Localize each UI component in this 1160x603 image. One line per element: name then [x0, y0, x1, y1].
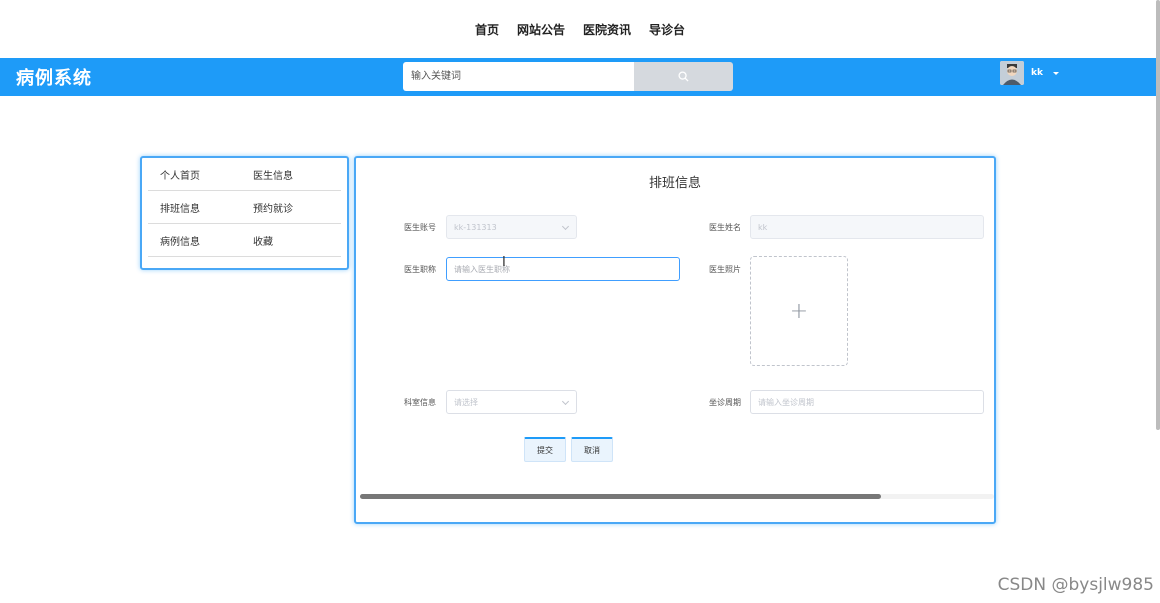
nav-triage[interactable]: 导诊台 — [649, 21, 685, 38]
nav-announcements[interactable]: 网站公告 — [517, 21, 565, 38]
doctor-account-select[interactable]: kk-131313 — [446, 215, 577, 239]
department-select[interactable]: 请选择 — [446, 390, 577, 414]
page-scrollbar[interactable] — [1156, 0, 1160, 430]
doctor-account-value: kk-131313 — [454, 222, 497, 232]
schedule-period-input[interactable]: 请输入坐诊周期 — [750, 390, 984, 414]
doctor-title-input[interactable]: 请输入医生职称 — [446, 257, 680, 281]
sidebar-item-case-info[interactable]: 病例信息 — [148, 233, 241, 248]
doctor-name-field[interactable]: kk — [750, 215, 984, 239]
horizontal-scrollbar[interactable] — [360, 494, 994, 499]
top-nav: 首页 网站公告 医院资讯 导诊台 — [0, 0, 1160, 58]
chevron-down-icon — [561, 222, 570, 231]
search-input[interactable] — [403, 62, 634, 91]
avatar — [1000, 61, 1024, 85]
submit-button[interactable]: 提交 — [524, 437, 566, 462]
brand-title: 病例系统 — [16, 68, 92, 89]
sidebar-item-appointment[interactable]: 预约就诊 — [241, 200, 334, 215]
doctor-name-label: 医生姓名 — [709, 223, 741, 232]
schedule-period-placeholder: 请输入坐诊周期 — [758, 397, 814, 407]
caret-down-icon — [1052, 71, 1059, 75]
nav-hospital-news[interactable]: 医院资讯 — [583, 21, 631, 38]
page-title: 排班信息 — [648, 176, 701, 191]
user-menu[interactable]: kk — [1000, 61, 1059, 85]
sidebar-row: 病例信息 收藏 — [148, 224, 341, 257]
doctor-title-label: 医生职称 — [404, 265, 436, 274]
page: 首页 网站公告 医院资讯 导诊台 病例系统 输入关键词 kk 个人首页 医生信息… — [0, 0, 1160, 603]
text-cursor-icon: I — [502, 255, 506, 270]
search-button[interactable] — [634, 62, 733, 91]
sidebar-item-personal-home[interactable]: 个人首页 — [148, 167, 241, 182]
search-box — [403, 62, 733, 91]
schedule-form-panel: 排班信息 医生账号 kk-131313 医生姓名 kk 医生职称 请输入医生职称… — [354, 156, 996, 524]
schedule-period-label: 坐诊周期 — [709, 398, 741, 407]
photo-upload[interactable]: + — [750, 256, 848, 366]
doctor-account-label: 医生账号 — [404, 223, 436, 232]
search-icon — [678, 71, 689, 82]
department-placeholder: 请选择 — [454, 397, 478, 407]
chevron-down-icon — [561, 397, 570, 406]
header-bar: 病例系统 kk — [0, 58, 1160, 96]
username: kk — [1031, 68, 1043, 78]
doctor-name-value: kk — [758, 222, 768, 232]
sidebar-item-favorites[interactable]: 收藏 — [241, 233, 334, 248]
sidebar-item-schedule-info[interactable]: 排班信息 — [148, 200, 241, 215]
sidebar-row: 排班信息 预约就诊 — [148, 191, 341, 224]
doctor-photo-label: 医生照片 — [709, 265, 741, 274]
sidebar-menu: 个人首页 医生信息 排班信息 预约就诊 病例信息 收藏 — [140, 156, 349, 270]
sidebar-row: 个人首页 医生信息 — [148, 158, 341, 191]
watermark: CSDN @bysjlw985 — [997, 575, 1154, 595]
scrollbar-thumb[interactable] — [360, 494, 881, 499]
plus-icon: + — [789, 298, 809, 324]
cancel-button[interactable]: 取消 — [571, 437, 613, 462]
sidebar-item-doctor-info[interactable]: 医生信息 — [241, 167, 334, 182]
department-label: 科室信息 — [404, 398, 436, 407]
nav-home[interactable]: 首页 — [475, 21, 499, 38]
